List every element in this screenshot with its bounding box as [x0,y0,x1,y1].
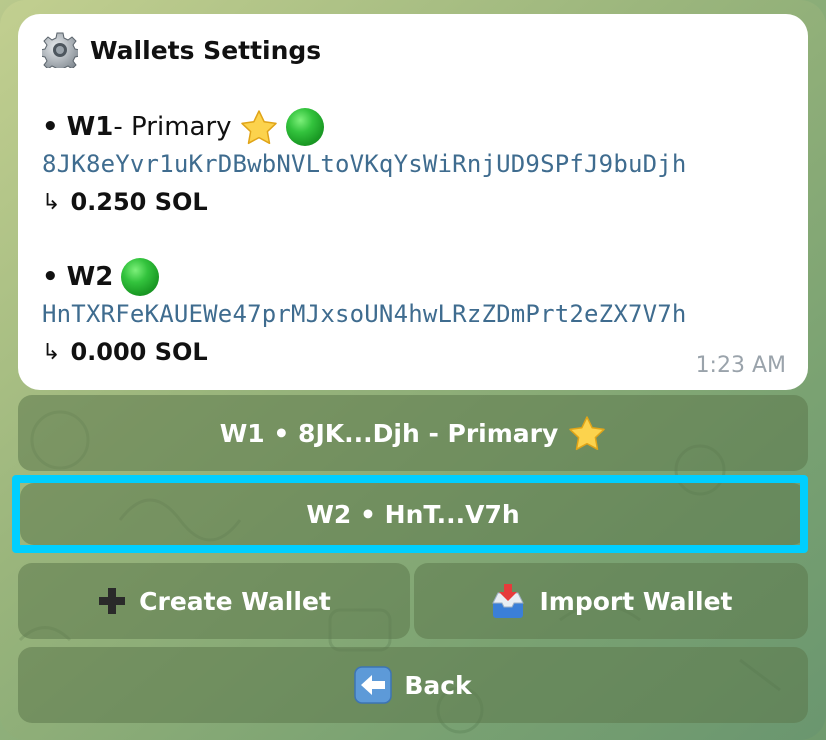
back-button[interactable]: Back [18,647,808,723]
import-wallet-button[interactable]: Import Wallet [414,563,808,639]
wallet-2-header: • W2 [42,258,160,296]
message-timestamp: 1:23 AM [695,353,786,378]
title-row: Wallets Settings [39,32,322,74]
wallet-2-balance: 0.000 SOL [70,338,208,366]
green-circle-icon [121,258,160,296]
import-wallet-label: Import Wallet [539,586,733,616]
w2-wallet-button[interactable]: W2 • HnT...V7h [20,483,806,545]
w2-button-label: W2 • HnT...V7h [306,499,520,529]
back-label: Back [404,670,472,700]
wallet-2-address: HnTXRFeKAUEWe47prMJxsoUN4hwLRzZDmPrt2eZX… [42,300,687,328]
wallet-1-balance-row: ↳ 0.250 SOL [42,188,208,216]
create-wallet-button[interactable]: Create Wallet [18,563,410,639]
w1-button-label: W1 • 8JK...Djh - Primary [219,418,559,448]
wallet-1-name: W1 [66,112,114,142]
wallet-2-balance-row: ↳ 0.000 SOL [42,338,208,366]
message-title: Wallets Settings [90,35,322,65]
wallet-1-header: • W1 - Primary [42,108,324,146]
bullet: • [42,262,59,292]
plus-icon [97,586,127,616]
w1-wallet-button[interactable]: W1 • 8JK...Djh - Primary [18,395,808,471]
wallet-1-label: - Primary [113,112,232,142]
wallet-2-name: W2 [66,262,114,292]
inbox-tray-icon [489,583,527,619]
gear-icon [39,32,81,74]
star-icon [568,415,606,451]
back-arrow-icon [354,666,393,704]
star-icon [240,109,278,145]
return-arrow-icon: ↳ [42,339,61,365]
create-wallet-label: Create Wallet [139,586,331,616]
wallet-1-address: 8JK8eYvr1uKrDBwbNVLtoVKqYsWiRnjUD9SPfJ9b… [42,150,687,178]
wallet-1-balance: 0.250 SOL [70,188,208,216]
bullet: • [42,112,59,142]
message-bubble: Wallets Settings • W1 - Primary 8JK8eYvr… [18,14,808,390]
return-arrow-icon: ↳ [42,189,61,215]
green-circle-icon [285,108,324,146]
